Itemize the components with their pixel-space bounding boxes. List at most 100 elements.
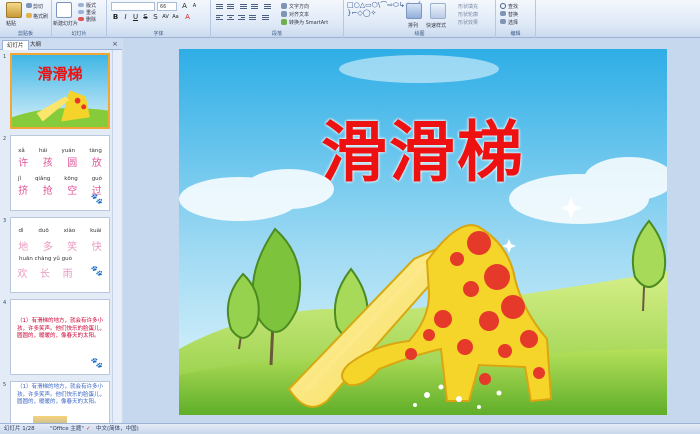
bullets-icon[interactable] [215, 3, 224, 11]
delete-button[interactable]: 删除 [86, 16, 96, 23]
slide-editing-area: 滑滑梯 [123, 38, 700, 423]
cut-icon[interactable] [26, 3, 32, 8]
pinyin: kuài [90, 228, 102, 234]
slide-thumbnail-1[interactable]: 滑滑梯 [10, 53, 110, 129]
grow-font-icon[interactable]: A [180, 2, 189, 11]
layout-button[interactable]: 版式 [86, 2, 96, 9]
paw-icon: 🐾 [90, 358, 103, 369]
new-slide-button[interactable]: 新建幻灯片 [53, 20, 78, 27]
shapes-gallery[interactable]: □○△▭⬡\⌒⇨⬭↳☆⌓{ }⌐◇◯✧ [347, 1, 421, 17]
paste-button[interactable]: 粘贴 [6, 20, 16, 27]
hanzi: 多 [42, 242, 53, 253]
format-painter-icon[interactable] [26, 13, 32, 18]
select-icon[interactable] [500, 19, 506, 24]
align-text-button[interactable]: 对齐文本 [289, 11, 309, 18]
new-slide-icon[interactable] [56, 2, 72, 18]
slide-number: 2 [3, 136, 7, 142]
slide-thumbnail-4[interactable]: （1）有滑梯的地方，就会有许多小孩，许多笑声。他们快乐的脸蛋儿，圆圆的，暖暖的，… [10, 299, 110, 375]
thumbnail-scrollbar[interactable] [112, 50, 121, 423]
align-text-icon[interactable] [281, 11, 287, 17]
hanzi: 抢 [42, 186, 53, 197]
columns-icon[interactable] [261, 14, 270, 22]
align-center-icon[interactable] [226, 14, 235, 22]
text-direction-button[interactable]: 文字方向 [289, 3, 309, 10]
font-name-box[interactable] [111, 2, 155, 11]
delete-icon[interactable] [78, 17, 84, 21]
find-icon[interactable] [500, 3, 506, 9]
tab-slides[interactable]: 幻灯片 [2, 40, 29, 50]
spacing-icon[interactable]: AV [161, 13, 170, 22]
font-color-icon[interactable]: A [183, 13, 192, 22]
close-panel-icon[interactable]: × [112, 40, 118, 48]
slide-thumbnail-3[interactable]: dì duō xiào kuài 地 多 笑 快 huān chàng yǔ g… [10, 217, 110, 293]
hanzi: 欢 [17, 269, 28, 280]
decrease-indent-icon[interactable] [239, 3, 248, 11]
slide-thumbnail-2[interactable]: xǎ hái yuán tàng 许 孩 圆 放 jǐ qiǎng kōng g… [10, 135, 110, 211]
drawing-group: □○△▭⬡\⌒⇨⬭↳☆⌓{ }⌐◇◯✧ 排列 快速样式 形状填充 形状轮廓 形状… [344, 0, 496, 38]
pinyin: dì [18, 228, 24, 234]
paste-icon[interactable] [6, 2, 22, 18]
language-indicator[interactable]: 中文(简体，中国) [96, 424, 139, 434]
smartart-button[interactable]: 转换为 SmartArt [289, 19, 328, 26]
hanzi: 许 [18, 158, 29, 169]
hanzi: 圆 [67, 158, 78, 169]
increase-indent-icon[interactable] [250, 3, 259, 11]
editing-group: 查找 替换 选择 编辑 [496, 0, 536, 38]
spell-check-icon[interactable]: ✓ [86, 424, 91, 434]
hanzi: 快 [91, 242, 102, 253]
hanzi: 空 [67, 186, 78, 197]
italic-icon[interactable]: I [121, 13, 130, 22]
select-button[interactable]: 选择 [508, 19, 518, 26]
find-button[interactable]: 查找 [508, 3, 518, 10]
font-group: 66 A A B I U S S AV Aa A 字体 [107, 0, 211, 38]
align-left-icon[interactable] [215, 14, 224, 22]
underline-icon[interactable]: U [131, 13, 140, 22]
hanzi: 放 [91, 158, 102, 169]
slide-number: 3 [3, 218, 7, 224]
arrange-icon[interactable] [406, 3, 422, 19]
ribbon: 粘贴 剪切 格式刷 剪贴板 新建幻灯片 版式 重设 删除 幻灯片 66 A A … [0, 0, 700, 38]
shape-fill-button[interactable]: 形状填充 [458, 3, 478, 10]
font-size-box[interactable]: 66 [157, 2, 177, 11]
reset-icon[interactable] [78, 10, 84, 14]
replace-icon[interactable] [500, 11, 506, 16]
numbering-icon[interactable] [226, 3, 235, 11]
slide-canvas[interactable]: 滑滑梯 [179, 49, 667, 415]
arrange-button[interactable]: 排列 [408, 22, 418, 29]
pinyin: duō [38, 228, 49, 234]
format-painter-button[interactable]: 格式刷 [33, 13, 48, 20]
slide-thumbnail-5[interactable]: （1）有滑梯的地方，就会有许多小孩，许多笑声。他们快乐的脸蛋儿，圆圆的，暖暖的，… [10, 381, 110, 423]
shadow-icon[interactable]: S [151, 13, 160, 22]
slide-title[interactable]: 滑滑梯 [179, 99, 667, 195]
font-group-label: 字体 [153, 31, 164, 37]
replace-button[interactable]: 替换 [508, 11, 518, 18]
smartart-icon[interactable] [281, 19, 287, 25]
cut-button[interactable]: 剪切 [33, 3, 43, 10]
hanzi-row: 地 多 笑 快 [11, 238, 109, 253]
status-bar: 幻灯片 1/28 "Office 主题" ✓ 中文(简体，中国) [0, 423, 700, 434]
justify-icon[interactable] [248, 14, 257, 22]
shrink-font-icon[interactable]: A [190, 2, 199, 11]
quick-styles-button[interactable]: 快速样式 [426, 22, 446, 29]
bold-icon[interactable]: B [111, 13, 120, 22]
thumbnail-text: （1）有滑梯的地方，就会有许多小孩，许多笑声。他们快乐的脸蛋儿，圆圆的，暖暖的，… [17, 384, 106, 405]
slide-number: 4 [3, 300, 7, 306]
shape-outline-button[interactable]: 形状轮廓 [458, 11, 478, 18]
text-direction-icon[interactable] [281, 3, 287, 9]
reset-button[interactable]: 重设 [86, 9, 96, 16]
hanzi: 笑 [67, 242, 78, 253]
thumbnail-text: （1）有滑梯的地方，就会有许多小孩，许多笑声。他们快乐的脸蛋儿，圆圆的，暖暖的，… [17, 318, 106, 339]
thumbnail-1-title: 滑滑梯 [37, 65, 83, 83]
change-case-icon[interactable]: Aa [171, 13, 180, 22]
shape-effects-button[interactable]: 形状效果 [458, 19, 478, 26]
line-spacing-icon[interactable] [263, 3, 272, 11]
hanzi: 雨 [62, 269, 73, 280]
layout-icon[interactable] [78, 3, 84, 7]
align-right-icon[interactable] [237, 14, 246, 22]
quick-styles-icon[interactable] [430, 3, 446, 19]
tab-outline[interactable]: 大纲 [26, 40, 45, 50]
paw-icon: 🐾 [90, 194, 103, 205]
strikethrough-icon[interactable]: S [141, 13, 150, 22]
slide-number: 1 [3, 54, 7, 60]
slide-thumbnail-panel: 1 滑滑梯 2 xǎ hái yuán tàng 许 孩 圆 放 jǐ qiǎn… [0, 50, 122, 423]
